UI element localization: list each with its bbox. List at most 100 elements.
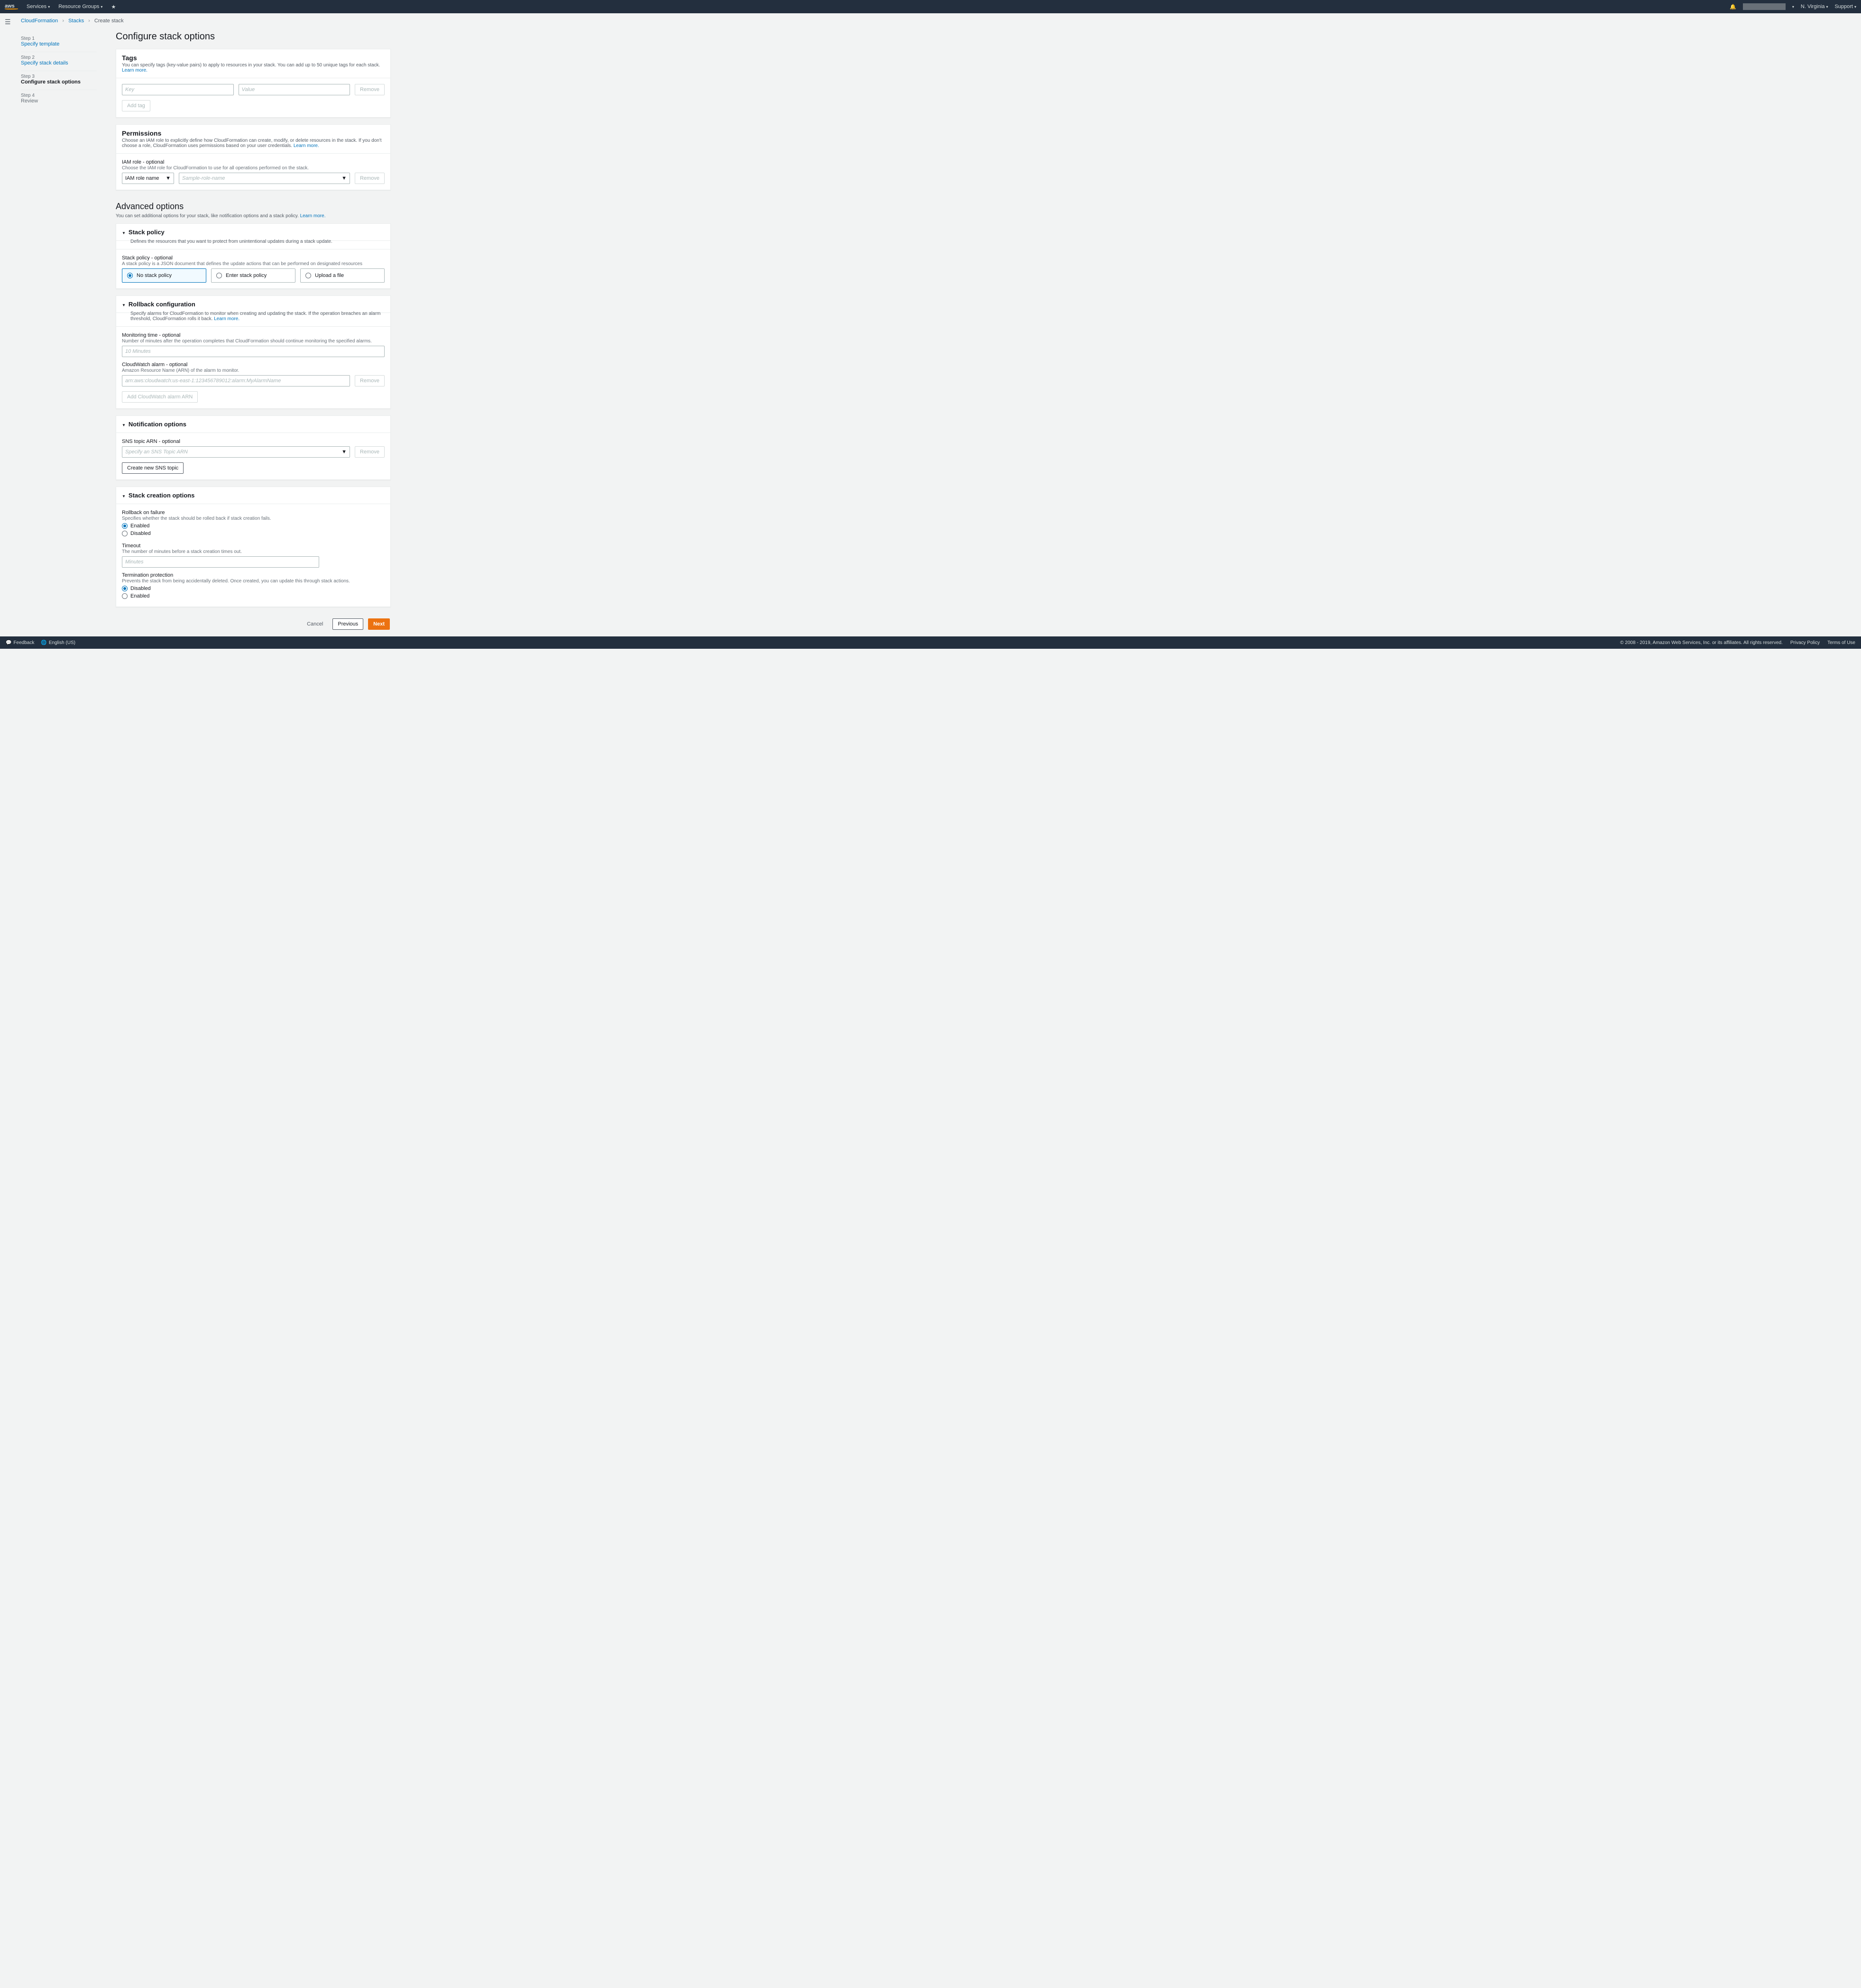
iam-role-placeholder: Sample-role-name <box>182 175 225 181</box>
stack-policy-card: Stack policy Defines the resources that … <box>116 223 391 289</box>
sns-arn-placeholder: Specify an SNS Topic ARN <box>125 449 188 455</box>
chevron-right-icon: › <box>88 18 90 24</box>
hamburger-icon[interactable]: ☰ <box>5 18 11 26</box>
permissions-learn-more-link[interactable]: Learn more. <box>294 143 319 148</box>
rollback-failure-sub: Specifies whether the stack should be ro… <box>122 516 385 521</box>
tags-sub: You can specify tags (key-value pairs) t… <box>122 63 385 73</box>
step-title[interactable]: Specify template <box>21 41 97 47</box>
stack-policy-sub: Defines the resources that you want to p… <box>116 239 390 249</box>
step-title: Configure stack options <box>21 79 97 85</box>
stack-policy-toggle[interactable]: Stack policy <box>116 224 390 241</box>
tile-label: Upload a file <box>315 273 344 278</box>
account-caret-icon: ▾ <box>1792 5 1794 9</box>
monitoring-time-sub: Number of minutes after the operation co… <box>122 339 385 344</box>
tile-label: Enter stack policy <box>226 273 267 278</box>
creation-options-toggle[interactable]: Stack creation options <box>116 487 390 504</box>
termination-disabled-radio[interactable]: Disabled <box>122 586 385 591</box>
rollback-failure-label: Rollback on failure <box>122 510 385 515</box>
breadcrumb-cloudformation[interactable]: CloudFormation <box>21 18 58 24</box>
radio-icon <box>122 523 128 529</box>
region-menu[interactable]: N. Virginia <box>1801 4 1828 9</box>
tile-label: No stack policy <box>137 273 172 278</box>
permissions-title: Permissions <box>122 129 385 137</box>
advanced-sub: You can set additional options for your … <box>116 213 391 219</box>
monitoring-time-input[interactable] <box>122 346 385 357</box>
breadcrumb-stacks[interactable]: Stacks <box>68 18 84 24</box>
step-title[interactable]: Specify stack details <box>21 60 97 66</box>
termination-enabled-radio[interactable]: Enabled <box>122 593 385 599</box>
next-button[interactable]: Next <box>368 618 390 630</box>
rollback-sub: Specify alarms for CloudFormation to mon… <box>116 311 390 327</box>
sns-arn-select[interactable]: Specify an SNS Topic ARN ▼ <box>122 446 350 458</box>
tag-value-input[interactable] <box>239 84 350 95</box>
triangle-down-icon <box>122 421 126 428</box>
creation-options-card: Stack creation options Rollback on failu… <box>116 487 391 607</box>
rollback-enabled-radio[interactable]: Enabled <box>122 523 385 529</box>
tags-title: Tags <box>122 54 385 62</box>
rollback-card: Rollback configuration Specify alarms fo… <box>116 295 391 409</box>
cloudwatch-alarm-sub: Amazon Resource Name (ARN) of the alarm … <box>122 368 385 373</box>
stack-policy-enter-tile[interactable]: Enter stack policy <box>211 268 295 283</box>
step-title: Review <box>21 98 97 104</box>
radio-label: Enabled <box>130 593 149 599</box>
rollback-disabled-radio[interactable]: Disabled <box>122 531 385 536</box>
termination-sub: Prevents the stack from being accidental… <box>122 579 385 584</box>
tag-remove-button[interactable]: Remove <box>355 84 385 95</box>
create-sns-topic-button[interactable]: Create new SNS topic <box>122 462 184 474</box>
iam-role-type-select[interactable]: IAM role name ▼ <box>122 173 174 184</box>
footer: Feedback English (US) © 2008 - 2019, Ama… <box>0 636 1861 649</box>
tags-learn-more-link[interactable]: Learn more. <box>122 68 147 73</box>
notification-title: Notification options <box>129 421 186 428</box>
rollback-learn-more-link[interactable]: Learn more. <box>214 316 240 322</box>
radio-icon <box>305 273 311 278</box>
step-2[interactable]: Step 2 Specify stack details <box>21 52 97 71</box>
cloudwatch-remove-button[interactable]: Remove <box>355 375 385 387</box>
iam-role-name-select[interactable]: Sample-role-name ▼ <box>179 173 350 184</box>
radio-icon <box>216 273 222 278</box>
account-menu[interactable] <box>1743 3 1786 10</box>
notification-card: Notification options SNS topic ARN - opt… <box>116 415 391 480</box>
stack-policy-label: Stack policy - optional <box>122 255 385 261</box>
sns-remove-button[interactable]: Remove <box>355 446 385 458</box>
pin-icon[interactable]: ★ <box>111 4 116 10</box>
feedback-link[interactable]: Feedback <box>6 640 34 645</box>
stack-policy-none-tile[interactable]: No stack policy <box>122 268 206 283</box>
page-title: Configure stack options <box>116 31 391 42</box>
creation-options-title: Stack creation options <box>129 492 194 499</box>
notification-toggle[interactable]: Notification options <box>116 416 390 433</box>
privacy-link[interactable]: Privacy Policy <box>1790 640 1820 645</box>
services-menu[interactable]: Services <box>27 4 50 9</box>
support-menu[interactable]: Support <box>1834 4 1856 9</box>
add-cloudwatch-button[interactable]: Add CloudWatch alarm ARN <box>122 391 198 403</box>
notifications-icon[interactable]: 🔔 <box>1730 4 1736 10</box>
breadcrumb: CloudFormation › Stacks › Create stack <box>21 18 400 24</box>
cancel-button[interactable]: Cancel <box>302 618 328 630</box>
tag-key-input[interactable] <box>122 84 234 95</box>
stack-policy-title: Stack policy <box>129 229 165 236</box>
previous-button[interactable]: Previous <box>332 618 363 630</box>
stack-policy-upload-tile[interactable]: Upload a file <box>300 268 385 283</box>
step-number: Step 2 <box>21 55 97 60</box>
copyright-text: © 2008 - 2019, Amazon Web Services, Inc.… <box>1620 640 1783 645</box>
advanced-learn-more-link[interactable]: Learn more. <box>300 213 326 219</box>
terms-link[interactable]: Terms of Use <box>1827 640 1855 645</box>
chevron-right-icon: › <box>62 18 64 24</box>
stack-policy-sublabel: A stack policy is a JSON document that d… <box>122 261 385 267</box>
timeout-sub: The number of minutes before a stack cre… <box>122 549 385 554</box>
monitoring-time-label: Monitoring time - optional <box>122 332 385 338</box>
add-tag-button[interactable]: Add tag <box>122 100 150 111</box>
termination-label: Termination protection <box>122 572 385 578</box>
language-menu[interactable]: English (US) <box>41 640 75 645</box>
step-1[interactable]: Step 1 Specify template <box>21 33 97 52</box>
resource-groups-menu[interactable]: Resource Groups <box>58 4 102 9</box>
radio-label: Disabled <box>130 531 151 536</box>
radio-icon <box>122 586 128 591</box>
cloudwatch-alarm-label: CloudWatch alarm - optional <box>122 362 385 368</box>
aws-logo[interactable]: aws <box>5 4 18 9</box>
rollback-toggle[interactable]: Rollback configuration <box>116 296 390 313</box>
cloudwatch-arn-input[interactable] <box>122 375 350 387</box>
permissions-sub: Choose an IAM role to explicitly define … <box>122 138 385 148</box>
step-number: Step 3 <box>21 74 97 79</box>
iam-role-remove-button[interactable]: Remove <box>355 173 385 184</box>
timeout-input[interactable] <box>122 556 319 568</box>
